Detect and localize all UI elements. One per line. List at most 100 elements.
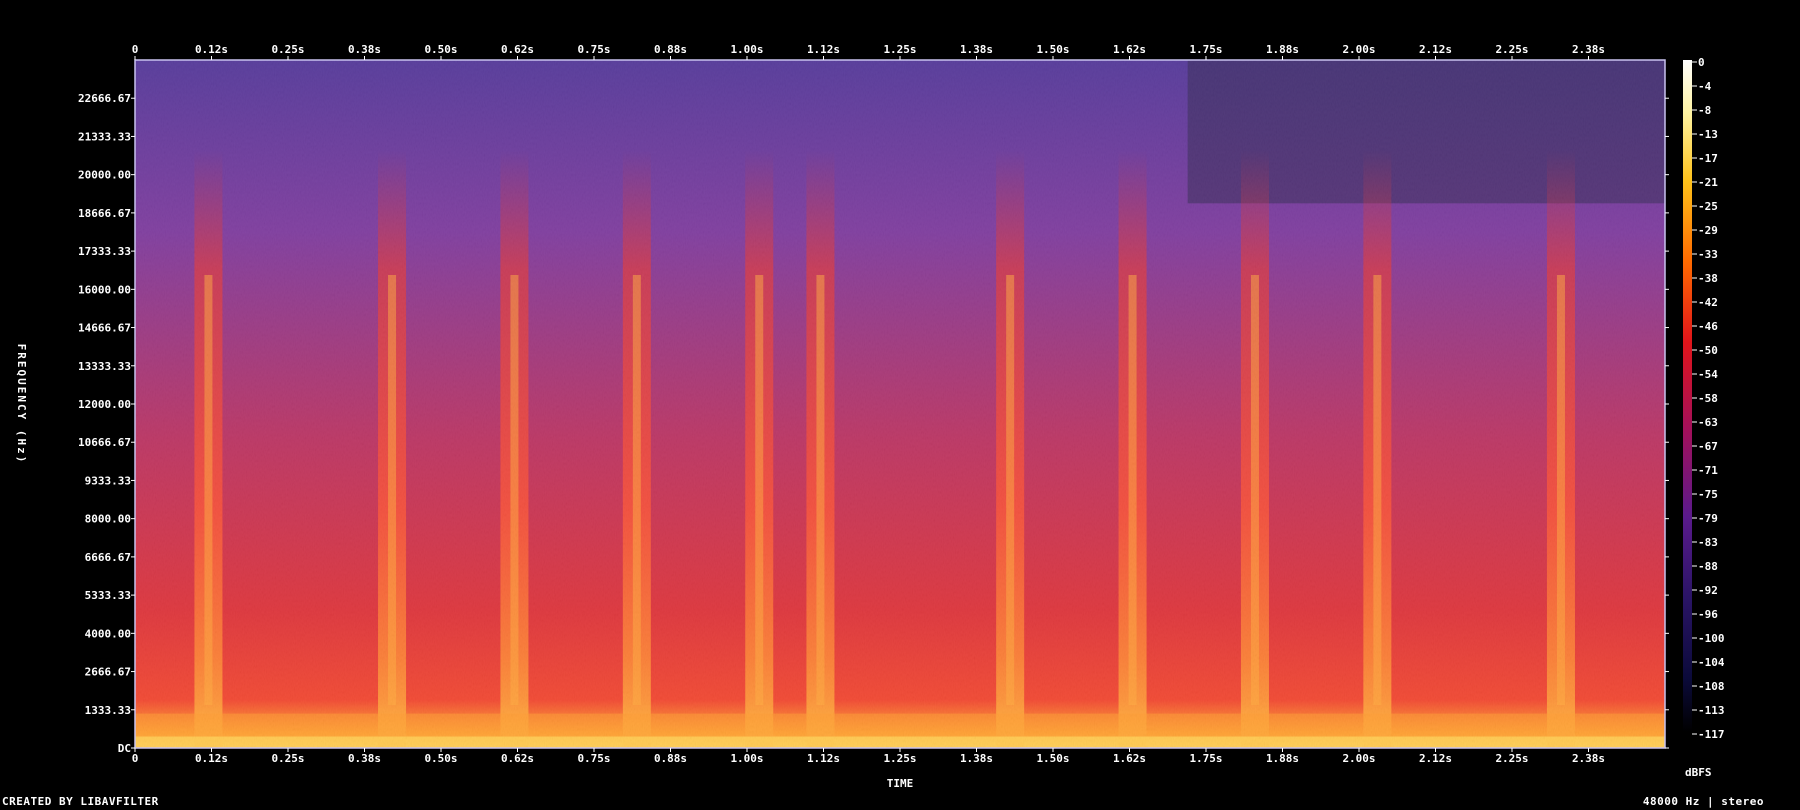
x-tick-label: 1.38s xyxy=(960,752,993,765)
colorbar-label: dBFS xyxy=(1685,766,1712,779)
y-axis-label: FREQUENCY (Hz) xyxy=(15,344,28,465)
colorbar: 0 -4 -8 -13 -17 -21 -25 -29 -33 -38 -42 -46 -50 -54 -5… xyxy=(1683,56,1725,779)
colorbar-tick-label: -67 xyxy=(1698,440,1718,453)
x-tick-label: 0.75s xyxy=(577,752,610,765)
x-axis-label: TIME xyxy=(887,777,914,790)
x-tick-label: 0.88s xyxy=(654,752,687,765)
colorbar-ticks: 0 -4 -8 -13 -17 -21 -25 -29 -33 -38 -42 -46 -50 -54 -5… xyxy=(1692,56,1725,741)
x-tick-label: 0.25s xyxy=(271,752,304,765)
colorbar-tick-label: -104 xyxy=(1698,656,1725,669)
y-tick-label: 2666.67 xyxy=(85,666,131,679)
x-tick-label: 1.62s xyxy=(1113,752,1146,765)
y-tick-label: 6666.67 xyxy=(85,551,131,564)
x-tick-label: 2.25s xyxy=(1495,43,1528,56)
x-tick-label: 1.75s xyxy=(1189,752,1222,765)
colorbar-tick-label: -46 xyxy=(1698,320,1718,333)
y-tick-label: 5333.33 xyxy=(85,589,131,602)
colorbar-tick-label: -13 xyxy=(1698,128,1718,141)
footer-credit: CREATED BY LIBAVFILTER xyxy=(2,795,159,808)
x-tick-label: 2.12s xyxy=(1419,43,1452,56)
x-tick-label: 1.25s xyxy=(883,43,916,56)
colorbar-tick-label: -54 xyxy=(1698,368,1718,381)
x-tick-label: 0.12s xyxy=(195,43,228,56)
x-tick-label: 1.12s xyxy=(807,43,840,56)
spectrogram-chart: 0 0.12s 0.25s 0.38s 0.50s 0.62s 0.75s 0.88s 1.00… xyxy=(15,43,1725,790)
colorbar-tick-label: -63 xyxy=(1698,416,1718,429)
x-tick-label: 1.88s xyxy=(1266,43,1299,56)
colorbar-tick-label: -29 xyxy=(1698,224,1718,237)
x-tick-label: 1.00s xyxy=(730,43,763,56)
colorbar-tick-label: -21 xyxy=(1698,176,1718,189)
y-tick-label: 18666.67 xyxy=(78,207,131,220)
y-tick-label: DC xyxy=(118,742,131,755)
colorbar-tick-label: -50 xyxy=(1698,344,1718,357)
colorbar-tick-label: -96 xyxy=(1698,608,1718,621)
y-tick-label: 9333.33 xyxy=(85,474,131,487)
x-tick-label: 0.75s xyxy=(577,43,610,56)
y-tick-label: 21333.33 xyxy=(78,130,131,143)
x-tick-label: 1.88s xyxy=(1266,752,1299,765)
x-tick-label: 0.12s xyxy=(195,752,228,765)
x-tick-label: 0.50s xyxy=(424,752,457,765)
colorbar-tick-label: -38 xyxy=(1698,272,1718,285)
colorbar-tick-label: -108 xyxy=(1698,680,1725,693)
x-tick-label: 0.38s xyxy=(348,43,381,56)
x-tick-label: 1.50s xyxy=(1036,752,1069,765)
x-tick-label: 1.38s xyxy=(960,43,993,56)
colorbar-tick-label: -100 xyxy=(1698,632,1725,645)
colorbar-tick-label: 0 xyxy=(1698,56,1705,69)
y-tick-label: 13333.33 xyxy=(78,360,131,373)
y-tick-label: 20000.00 xyxy=(78,169,131,182)
y-tick-label: 22666.67 xyxy=(78,92,131,105)
x-tick-label: 2.00s xyxy=(1342,43,1375,56)
y-tick-label: 8000.00 xyxy=(85,513,131,526)
x-tick-label: 2.00s xyxy=(1342,752,1375,765)
y-tick-label: 4000.00 xyxy=(85,627,131,640)
colorbar-tick-label: -33 xyxy=(1698,248,1718,261)
colorbar-tick-label: -79 xyxy=(1698,512,1718,525)
colorbar-gradient xyxy=(1683,60,1692,732)
x-tick-label: 0.50s xyxy=(424,43,457,56)
noise-texture xyxy=(135,60,1665,748)
y-tick-label: 10666.67 xyxy=(78,436,131,449)
x-tick-label: 1.62s xyxy=(1113,43,1146,56)
x-tick-label: 1.12s xyxy=(807,752,840,765)
colorbar-tick-label: -71 xyxy=(1698,464,1718,477)
y-tick-label: 16000.00 xyxy=(78,283,131,296)
colorbar-tick-label: -92 xyxy=(1698,584,1718,597)
x-tick-label: 1.50s xyxy=(1036,43,1069,56)
colorbar-tick-label: -17 xyxy=(1698,152,1718,165)
x-tick-label: 0.25s xyxy=(271,43,304,56)
colorbar-tick-label: -83 xyxy=(1698,536,1718,549)
x-tick-label: 0 xyxy=(132,43,139,56)
x-tick-label: 2.25s xyxy=(1495,752,1528,765)
x-tick-label: 0.62s xyxy=(501,752,534,765)
y-tick-label: 12000.00 xyxy=(78,398,131,411)
colorbar-tick-label: -25 xyxy=(1698,200,1718,213)
colorbar-tick-label: -8 xyxy=(1698,104,1711,117)
x-tick-label: 0.38s xyxy=(348,752,381,765)
footer-format: 48000 Hz | stereo xyxy=(1642,795,1764,808)
x-tick-label: 0.88s xyxy=(654,43,687,56)
x-ticks-top: 0 0.12s 0.25s 0.38s 0.50s 0.62s 0.75s 0.88s 1.00… xyxy=(132,43,1605,60)
x-ticks-bottom: 0 0.12s 0.25s 0.38s 0.50s 0.62s 0.75s 0.88s 1.00… xyxy=(132,748,1605,765)
y-tick-label: 17333.33 xyxy=(78,245,131,258)
x-tick-label: 1.25s xyxy=(883,752,916,765)
x-tick-label: 2.38s xyxy=(1572,43,1605,56)
x-tick-label: 1.75s xyxy=(1189,43,1222,56)
x-tick-label: 2.12s xyxy=(1419,752,1452,765)
colorbar-tick-label: -75 xyxy=(1698,488,1718,501)
colorbar-tick-label: -42 xyxy=(1698,296,1718,309)
colorbar-tick-label: -4 xyxy=(1698,80,1712,93)
colorbar-tick-label: -88 xyxy=(1698,560,1718,573)
spectrogram-plot xyxy=(135,60,1665,748)
colorbar-tick-label: -117 xyxy=(1698,728,1725,741)
x-tick-label: 2.38s xyxy=(1572,752,1605,765)
y-tick-label: 1333.33 xyxy=(85,704,131,717)
y-tick-label: 14666.67 xyxy=(78,322,131,335)
x-tick-label: 0 xyxy=(132,752,139,765)
x-tick-label: 0.62s xyxy=(501,43,534,56)
x-tick-label: 1.00s xyxy=(730,752,763,765)
colorbar-tick-label: -113 xyxy=(1698,704,1725,717)
colorbar-tick-label: -58 xyxy=(1698,392,1718,405)
